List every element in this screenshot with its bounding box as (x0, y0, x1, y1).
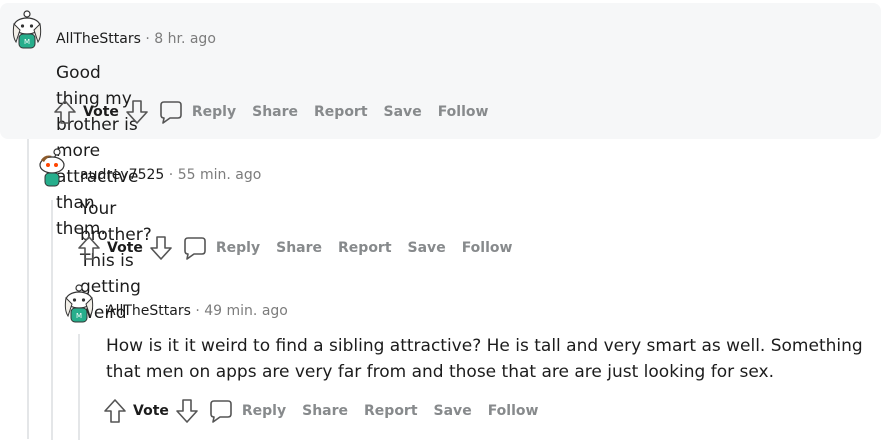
follow-button[interactable]: Follow (438, 104, 489, 120)
downvote-arrow-icon (176, 399, 198, 423)
comment-timestamp[interactable]: 8 hr. ago (154, 31, 216, 47)
report-button[interactable]: Report (338, 240, 392, 256)
save-button[interactable]: Save (384, 104, 422, 120)
downvote-arrow-icon (150, 236, 172, 260)
reply-label: Reply (241, 403, 287, 419)
upvote-button[interactable] (77, 235, 101, 261)
comment-actions: Vote Reply Share Report Save Follow (103, 397, 538, 425)
upvote-arrow-icon (104, 399, 126, 423)
svg-text:M: M (76, 312, 82, 320)
downvote-button[interactable] (175, 398, 199, 424)
save-button[interactable]: Save (408, 240, 446, 256)
thread-line-level-1[interactable] (27, 139, 29, 439)
comment-actions: Vote Reply Share Report Save Follow (53, 98, 488, 126)
comment-meta: AllTheSttars · 49 min. ago (106, 302, 288, 320)
reply-label: Reply (191, 104, 237, 120)
downvote-button[interactable] (149, 235, 173, 261)
thread-line-level-2[interactable] (51, 200, 53, 440)
avatar[interactable]: M (62, 284, 96, 324)
report-button[interactable]: Report (314, 104, 368, 120)
comment-meta: audrey7525 · 55 min. ago (80, 166, 261, 184)
upvote-arrow-icon (78, 236, 100, 260)
speech-bubble-icon (184, 237, 206, 260)
downvote-arrow-icon (126, 100, 148, 124)
speech-bubble-icon (160, 101, 182, 124)
thread-line-level-3[interactable] (78, 334, 80, 440)
vote-count: Vote (133, 403, 169, 419)
upvote-button[interactable] (103, 398, 127, 424)
avatar[interactable] (35, 148, 69, 188)
reply-button[interactable]: Reply (159, 100, 236, 124)
avatar[interactable]: M (10, 10, 44, 50)
reply-button[interactable]: Reply (183, 236, 260, 260)
meta-separator: · (195, 303, 200, 319)
comment-body: How is it it weird to find a sibling att… (106, 336, 863, 382)
meta-separator: · (168, 167, 174, 183)
author-name[interactable]: AllTheSttars (56, 31, 141, 47)
upvote-button[interactable] (53, 99, 77, 125)
share-button[interactable]: Share (302, 403, 348, 419)
snoo-avatar-icon: M (12, 10, 42, 49)
comment-meta: AllTheSttars · 8 hr. ago (56, 30, 216, 48)
share-button[interactable]: Share (252, 104, 298, 120)
comment-actions: Vote Reply Share Report Save Follow (77, 234, 512, 262)
meta-separator: · (145, 31, 150, 47)
vote-count: Vote (107, 240, 143, 256)
vote-count: Vote (83, 104, 119, 120)
save-button[interactable]: Save (434, 403, 472, 419)
follow-button[interactable]: Follow (462, 240, 513, 256)
downvote-button[interactable] (125, 99, 149, 125)
snoo-avatar-icon (39, 148, 65, 187)
comment-timestamp[interactable]: 55 min. ago (178, 167, 262, 183)
share-button[interactable]: Share (276, 240, 322, 256)
author-name[interactable]: audrey7525 (80, 167, 164, 183)
follow-button[interactable]: Follow (488, 403, 539, 419)
snoo-avatar-icon: M (64, 284, 94, 323)
author-name[interactable]: AllTheSttars (106, 303, 191, 319)
upvote-arrow-icon (54, 100, 76, 124)
speech-bubble-icon (210, 400, 232, 423)
comment-timestamp[interactable]: 49 min. ago (204, 303, 288, 319)
svg-text:M: M (24, 38, 30, 46)
reply-button[interactable]: Reply (209, 399, 286, 423)
reply-label: Reply (215, 240, 261, 256)
report-button[interactable]: Report (364, 403, 418, 419)
